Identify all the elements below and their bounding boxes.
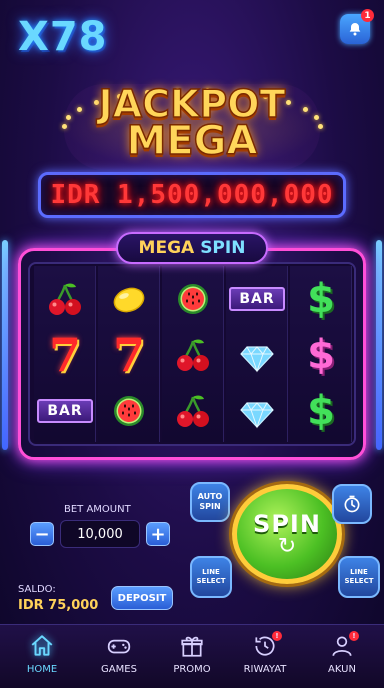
- reel-cell: [226, 382, 288, 440]
- left-neon-bar: [2, 240, 8, 450]
- reel-cell: 7: [98, 326, 160, 384]
- seven-symbol: 7: [48, 328, 81, 382]
- deposit-button[interactable]: DEPOSIT: [111, 586, 173, 610]
- lemon-icon: [113, 287, 145, 313]
- reel-cell: [98, 382, 160, 440]
- bell-icon: [349, 23, 361, 36]
- reel-column-4: BAR: [226, 266, 288, 442]
- reel-column-1: 7 BAR: [34, 266, 96, 442]
- bottom-nav: HOME GAMES PROMO ! RIWAYAT ! AKUN: [0, 624, 384, 688]
- gamepad-icon: [107, 639, 131, 654]
- bet-amount-label: BET AMOUNT: [64, 504, 131, 515]
- akun-badge: !: [349, 631, 359, 641]
- reel-column-5: $ $ $: [290, 266, 352, 442]
- reel-cell: $: [290, 270, 352, 328]
- diamond-icon: [240, 346, 274, 373]
- increase-bet-button[interactable]: +: [146, 522, 170, 546]
- cherry-icon: [49, 283, 81, 315]
- line-select-left-button[interactable]: LINE SELECT: [190, 556, 232, 598]
- dollar-symbol-pink: $: [307, 332, 335, 378]
- jackpot-amount: IDR 1,500,000,000: [50, 180, 334, 210]
- nav-item-akun[interactable]: ! AKUN: [307, 631, 377, 685]
- app-logo: X78: [18, 14, 108, 60]
- nav-item-promo[interactable]: PROMO: [157, 633, 227, 685]
- dollar-symbol: $: [307, 388, 335, 434]
- jackpot-amount-display: IDR 1,500,000,000: [38, 172, 346, 218]
- cherry-icon: [177, 339, 209, 371]
- reel-cell: [98, 270, 160, 328]
- refresh-arrow-icon: ↻: [277, 533, 297, 559]
- notification-button[interactable]: 1: [340, 9, 374, 44]
- cherry-icon: [177, 395, 209, 427]
- reel-cell: $: [290, 326, 352, 384]
- reel-cell: [162, 326, 224, 384]
- riwayat-badge: !: [272, 631, 282, 641]
- nav-item-games[interactable]: GAMES: [84, 633, 154, 685]
- balance-value: IDR 75,000: [18, 598, 99, 613]
- line-select-right-button[interactable]: LINE SELECT: [338, 556, 380, 598]
- nav-item-riwayat[interactable]: ! RIWAYAT: [230, 631, 300, 685]
- reel-cell: [162, 382, 224, 440]
- bar-symbol: BAR: [229, 287, 285, 311]
- seven-symbol: 7: [112, 328, 145, 382]
- dollar-symbol: $: [307, 276, 335, 322]
- reel-cell: [162, 270, 224, 328]
- mega-spin-label: MEGA SPIN: [116, 232, 268, 264]
- reel-cell: [34, 270, 96, 328]
- reel-column-3: [162, 266, 224, 442]
- turbo-timer-button[interactable]: [332, 484, 372, 524]
- spin-button[interactable]: SPIN ↻: [232, 484, 342, 584]
- watermelon-icon: [114, 396, 144, 426]
- right-neon-bar: [376, 240, 382, 450]
- nav-item-home[interactable]: HOME: [7, 633, 77, 685]
- reel-column-2: 7: [98, 266, 160, 442]
- balance-label: SALDO:: [18, 584, 56, 595]
- reel-cell: $: [290, 382, 352, 440]
- reel-cell: [226, 326, 288, 384]
- reel-cell: 7: [34, 326, 96, 384]
- decrease-bet-button[interactable]: −: [30, 522, 54, 546]
- gift-icon: [181, 636, 203, 657]
- bar-symbol: BAR: [37, 399, 93, 423]
- jackpot-subtitle: MEGA: [126, 117, 258, 165]
- notification-badge: 1: [361, 9, 374, 22]
- timer-icon: [344, 495, 360, 513]
- reel-cell: BAR: [226, 270, 288, 328]
- auto-spin-button[interactable]: AUTO SPIN: [190, 482, 230, 522]
- home-icon: [31, 635, 53, 656]
- diamond-icon: [240, 402, 274, 429]
- reel-cell: BAR: [34, 382, 96, 440]
- bet-amount-value: 10,000: [60, 520, 140, 548]
- watermelon-icon: [178, 284, 208, 314]
